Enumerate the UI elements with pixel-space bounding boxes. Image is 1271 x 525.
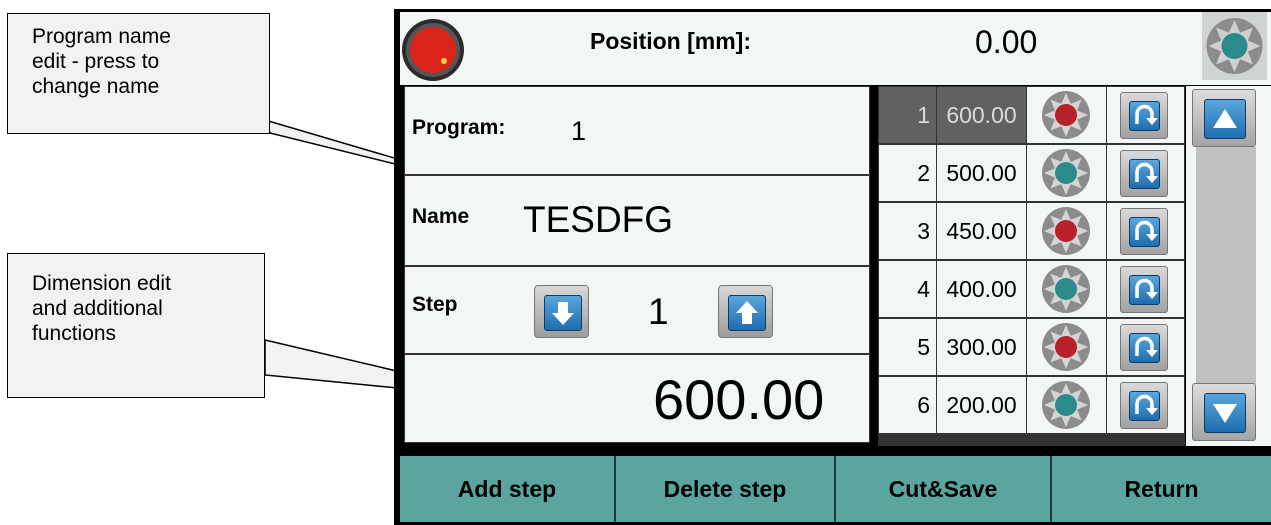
callout-line: functions [32, 322, 117, 345]
triangle-up-icon [1204, 99, 1246, 139]
step-fan-button[interactable] [1027, 145, 1106, 201]
step-return-cell [1107, 203, 1184, 259]
step-return-cell [1107, 261, 1184, 317]
scrollbar-track[interactable] [1196, 147, 1256, 384]
step-return-cell [1107, 87, 1184, 143]
divider [404, 174, 870, 176]
callout-line: Program name [32, 25, 171, 48]
step-row[interactable]: 1 600.00 [878, 87, 1185, 145]
callout-program-name: Program name edit - press to change name [7, 13, 270, 134]
step-dimension[interactable]: 500.00 [937, 145, 1026, 201]
step-fan-button[interactable] [1027, 203, 1106, 259]
step-return-button[interactable] [1120, 92, 1168, 139]
step-label: Step [412, 293, 458, 316]
step-number: 4 [879, 261, 936, 317]
cut-save-button[interactable]: Cut&Save [836, 456, 1052, 522]
status-led-icon[interactable] [400, 17, 466, 83]
step-dimension[interactable]: 200.00 [937, 377, 1026, 433]
arrow-up-icon [728, 295, 766, 331]
program-value[interactable]: 1 [571, 116, 586, 147]
arrow-down-icon [544, 295, 582, 331]
callout-line: change name [32, 75, 160, 98]
callout-line: Dimension edit [32, 272, 171, 295]
step-number: 5 [879, 319, 936, 375]
fan-icon [1033, 322, 1099, 377]
fan-icon [1033, 90, 1099, 145]
step-dimension[interactable]: 450.00 [937, 203, 1026, 259]
triangle-down-icon [1204, 393, 1246, 433]
scroll-down-button[interactable] [1192, 383, 1256, 441]
step-number: 2 [879, 145, 936, 201]
program-label: Program: [412, 116, 506, 139]
step-return-button[interactable] [1120, 266, 1168, 313]
fan-icon [1033, 264, 1099, 319]
fan-icon[interactable] [1202, 12, 1267, 80]
position-label: Position [mm]: [590, 28, 751, 54]
bottom-toolbar: Add step Delete step Cut&Save Return [400, 456, 1271, 522]
return-arrow-icon [1129, 275, 1160, 305]
return-button[interactable]: Return [1052, 456, 1271, 522]
fan-icon [1033, 148, 1099, 203]
position-value: 0.00 [975, 24, 1038, 60]
step-row[interactable]: 5 300.00 [878, 319, 1185, 377]
callout-line: and additional [32, 297, 163, 320]
fan-icon [1033, 380, 1099, 435]
add-step-button[interactable]: Add step [400, 456, 616, 522]
step-row[interactable]: 6 200.00 [878, 377, 1185, 435]
step-row[interactable]: 4 400.00 [878, 261, 1185, 319]
step-number: 3 [879, 203, 936, 259]
step-dimension[interactable]: 600.00 [937, 87, 1026, 143]
step-fan-button[interactable] [1027, 319, 1106, 375]
step-return-cell [1107, 319, 1184, 375]
step-dimension[interactable]: 400.00 [937, 261, 1026, 317]
return-arrow-icon [1129, 159, 1160, 189]
fan-icon [1033, 206, 1099, 261]
step-row[interactable]: 2 500.00 [878, 145, 1185, 203]
step-return-button[interactable] [1120, 382, 1168, 429]
callout-dimension: Dimension edit and additional functions [7, 253, 265, 398]
program-name-field[interactable]: TESDFG [523, 199, 673, 241]
step-number: 1 [879, 87, 936, 143]
step-fan-button[interactable] [1027, 261, 1106, 317]
scroll-up-button[interactable] [1192, 89, 1256, 147]
step-value: 1 [648, 291, 669, 332]
steps-table: 1 600.00 2 500.00 3 450.00 4 400.00 5 300.00 6 200.… [878, 86, 1185, 446]
step-return-cell [1107, 145, 1184, 201]
name-label: Name [412, 205, 470, 228]
callout-line: edit - press to [32, 50, 160, 73]
step-dimension[interactable]: 300.00 [937, 319, 1026, 375]
step-row[interactable]: 3 450.00 [878, 203, 1185, 261]
step-return-cell [1107, 377, 1184, 433]
step-down-button[interactable] [534, 285, 589, 338]
return-arrow-icon [1129, 101, 1160, 131]
header-bar [400, 12, 1271, 85]
return-arrow-icon [1129, 217, 1160, 247]
step-return-button[interactable] [1120, 208, 1168, 255]
step-fan-button[interactable] [1027, 377, 1106, 433]
divider [404, 265, 870, 267]
step-number: 6 [879, 377, 936, 433]
return-arrow-icon [1129, 333, 1160, 363]
return-arrow-icon [1129, 391, 1160, 421]
step-up-button[interactable] [718, 285, 773, 338]
step-return-button[interactable] [1120, 324, 1168, 371]
dimension-field[interactable]: 600.00 [653, 367, 824, 432]
divider [404, 353, 870, 355]
step-return-button[interactable] [1120, 150, 1168, 197]
delete-step-button[interactable]: Delete step [616, 456, 836, 522]
step-fan-button[interactable] [1027, 87, 1106, 143]
